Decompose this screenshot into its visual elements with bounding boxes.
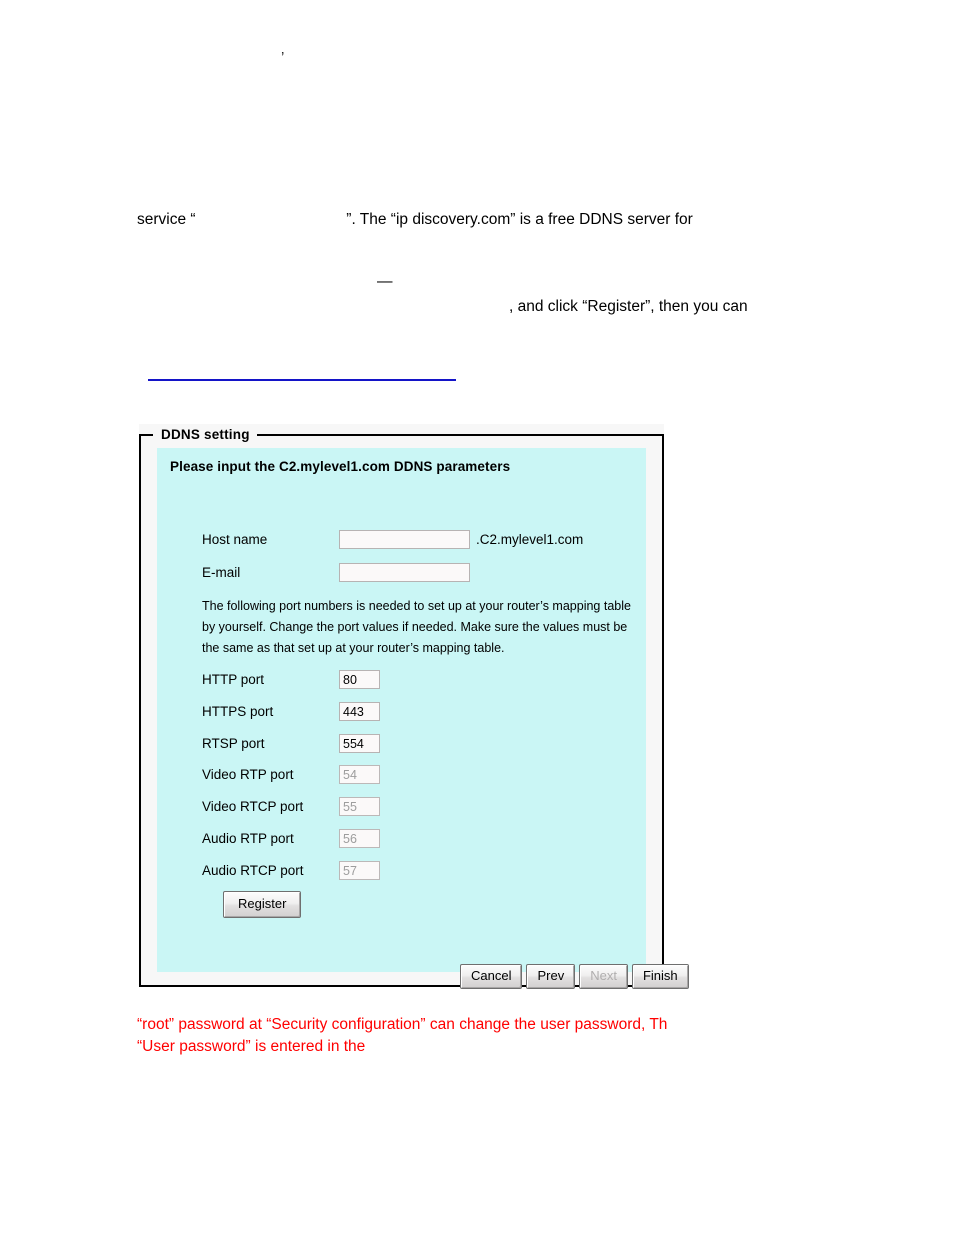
panel-legend-title: DDNS setting <box>157 426 254 443</box>
https-port-label: HTTPS port <box>202 704 274 719</box>
email-input[interactable] <box>339 563 470 582</box>
next-button: Next <box>579 964 628 989</box>
host-name-label: Host name <box>202 532 268 547</box>
ddns-form-body: Please input the C2.mylevel1.com DDNS pa… <box>157 448 689 989</box>
panel-border-right <box>662 434 664 987</box>
port-mapping-note: The following port numbers is needed to … <box>202 599 631 655</box>
finish-button[interactable]: Finish <box>631 964 689 989</box>
prev-button[interactable]: Prev <box>526 964 576 989</box>
audio-rtcp-port-label: Audio RTCP port <box>202 863 304 878</box>
blue-horizontal-rule <box>148 379 456 381</box>
video-rtp-port-input <box>339 765 380 784</box>
em-dash-mark: — <box>377 273 393 290</box>
paragraph-line-service-ddns: service “ ”. The “ip discovery.com” is a… <box>137 211 693 228</box>
cancel-button[interactable]: Cancel <box>460 964 523 989</box>
host-name-domain-suffix: .C2.mylevel1.com <box>476 532 584 547</box>
audio-rtp-port-input <box>339 829 380 848</box>
email-label: E-mail <box>202 565 241 580</box>
register-button[interactable]: Register <box>223 891 302 918</box>
panel-border-left <box>139 434 141 987</box>
panel-border-top-left <box>139 434 153 436</box>
host-name-input[interactable] <box>339 530 470 549</box>
http-port-input[interactable] <box>339 670 380 689</box>
panel-border-top-right <box>257 434 664 436</box>
wizard-button-group: Cancel Prev Next Finish <box>460 964 689 989</box>
https-port-input[interactable] <box>339 702 380 721</box>
video-rtcp-port-label: Video RTCP port <box>202 799 304 814</box>
rtsp-port-input[interactable] <box>339 734 380 753</box>
video-rtcp-port-input <box>339 797 380 816</box>
audio-rtp-port-label: Audio RTP port <box>202 831 294 846</box>
stray-apostrophe-mark: ’ <box>281 49 285 66</box>
rtsp-port-label: RTSP port <box>202 736 265 751</box>
ddns-setting-panel: DDNS setting Please input the C2.mylevel… <box>139 424 689 989</box>
audio-rtcp-port-input <box>339 861 380 880</box>
form-heading: Please input the C2.mylevel1.com DDNS pa… <box>170 459 511 474</box>
video-rtp-port-label: Video RTP port <box>202 767 294 782</box>
http-port-label: HTTP port <box>202 672 265 687</box>
red-annotation-text: “root” password at “Security configurati… <box>137 1016 668 1055</box>
paragraph-line-click-register: , and click “Register”, then you can <box>509 298 748 315</box>
